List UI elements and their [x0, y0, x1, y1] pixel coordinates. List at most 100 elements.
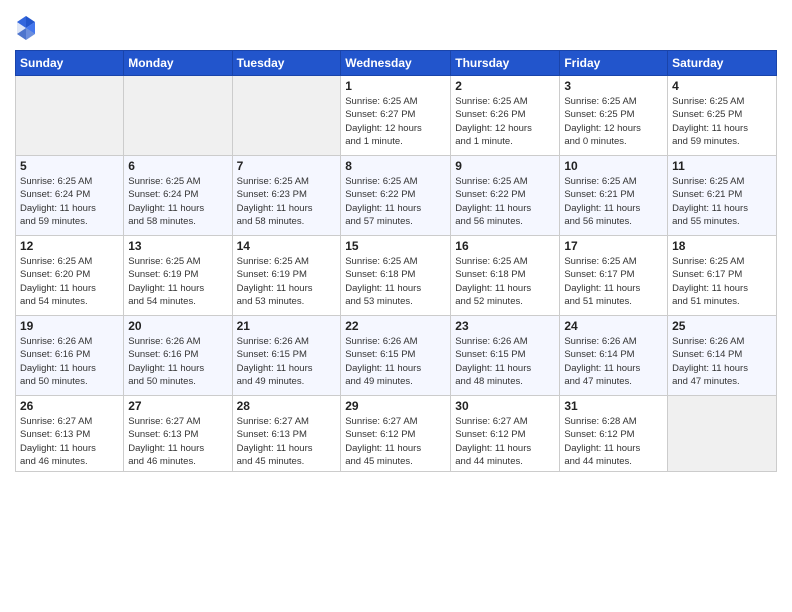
day-number: 2: [455, 79, 555, 93]
logo: [15, 14, 40, 42]
calendar-cell: 28 Sunrise: 6:27 AM Sunset: 6:13 PM Dayli…: [232, 396, 341, 472]
day-info: Sunrise: 6:25 AM Sunset: 6:26 PM Dayligh…: [455, 95, 555, 148]
day-info: Sunrise: 6:25 AM Sunset: 6:27 PM Dayligh…: [345, 95, 446, 148]
calendar-cell: 21Sunrise: 6:26 AM Sunset: 6:15 PM Dayli…: [232, 316, 341, 396]
day-number: 18: [672, 239, 772, 253]
day-number: 6: [128, 159, 227, 173]
calendar-cell: [668, 396, 777, 472]
calendar-cell: 30Sunrise: 6:27 AM Sunset: 6:12 PM Dayli…: [451, 396, 560, 472]
calendar-cell: 11Sunrise: 6:25 AM Sunset: 6:21 PM Dayli…: [668, 156, 777, 236]
day-number: 9: [455, 159, 555, 173]
day-info: Sunrise: 6:25 AM Sunset: 6:17 PM Dayligh…: [672, 255, 772, 308]
day-info: Sunrise: 6:26 AM Sunset: 6:15 PM Dayligh…: [455, 335, 555, 388]
calendar-cell: 15 Sunrise: 6:25 AM Sunset: 6:18 PM Dayli…: [341, 236, 451, 316]
day-info: Sunrise: 6:25 AM Sunset: 6:18 PM Dayligh…: [345, 255, 446, 308]
calendar-cell: 14 Sunrise: 6:25 AM Sunset: 6:19 PM Dayli…: [232, 236, 341, 316]
calendar-cell: 16 Sunrise: 6:25 AM Sunset: 6:18 PM Dayli…: [451, 236, 560, 316]
calendar-cell: 10 Sunrise: 6:25 AM Sunset: 6:21 PM Dayli…: [560, 156, 668, 236]
calendar-cell: 6 Sunrise: 6:25 AM Sunset: 6:24 PM Daylig…: [124, 156, 232, 236]
day-number: 20: [128, 319, 227, 333]
calendar-cell: 12 Sunrise: 6:25 AM Sunset: 6:20 PM Dayli…: [16, 236, 124, 316]
calendar-week-4: 19 Sunrise: 6:26 AM Sunset: 6:16 PM Dayli…: [16, 316, 777, 396]
day-number: 16: [455, 239, 555, 253]
day-number: 21: [237, 319, 337, 333]
day-info: Sunrise: 6:26 AM Sunset: 6:15 PM Dayligh…: [345, 335, 446, 388]
page: SundayMondayTuesdayWednesdayThursdayFrid…: [0, 0, 792, 612]
calendar-header-friday: Friday: [560, 51, 668, 76]
calendar-cell: 20Sunrise: 6:26 AM Sunset: 6:16 PM Dayli…: [124, 316, 232, 396]
day-number: 19: [20, 319, 119, 333]
day-info: Sunrise: 6:27 AM Sunset: 6:13 PM Dayligh…: [128, 415, 227, 468]
calendar-cell: 24 Sunrise: 6:26 AM Sunset: 6:14 PM Dayli…: [560, 316, 668, 396]
calendar-cell: 1 Sunrise: 6:25 AM Sunset: 6:27 PM Daylig…: [341, 76, 451, 156]
calendar-cell: 29 Sunrise: 6:27 AM Sunset: 6:12 PM Dayli…: [341, 396, 451, 472]
calendar-cell: 22Sunrise: 6:26 AM Sunset: 6:15 PM Dayli…: [341, 316, 451, 396]
day-info: Sunrise: 6:25 AM Sunset: 6:18 PM Dayligh…: [455, 255, 555, 308]
day-number: 12: [20, 239, 119, 253]
calendar-cell: 5 Sunrise: 6:25 AM Sunset: 6:24 PM Daylig…: [16, 156, 124, 236]
calendar-cell: [232, 76, 341, 156]
day-number: 5: [20, 159, 119, 173]
day-info: Sunrise: 6:25 AM Sunset: 6:22 PM Dayligh…: [345, 175, 446, 228]
day-info: Sunrise: 6:25 AM Sunset: 6:24 PM Dayligh…: [20, 175, 119, 228]
day-number: 31: [564, 399, 663, 413]
calendar-header-monday: Monday: [124, 51, 232, 76]
calendar-header-sunday: Sunday: [16, 51, 124, 76]
day-info: Sunrise: 6:25 AM Sunset: 6:22 PM Dayligh…: [455, 175, 555, 228]
day-info: Sunrise: 6:26 AM Sunset: 6:14 PM Dayligh…: [564, 335, 663, 388]
day-info: Sunrise: 6:25 AM Sunset: 6:25 PM Dayligh…: [564, 95, 663, 148]
calendar-cell: 31Sunrise: 6:28 AM Sunset: 6:12 PM Dayli…: [560, 396, 668, 472]
calendar-cell: 8Sunrise: 6:25 AM Sunset: 6:22 PM Daylig…: [341, 156, 451, 236]
calendar-header-wednesday: Wednesday: [341, 51, 451, 76]
logo-icon: [15, 14, 37, 42]
day-info: Sunrise: 6:25 AM Sunset: 6:24 PM Dayligh…: [128, 175, 227, 228]
calendar-cell: 3 Sunrise: 6:25 AM Sunset: 6:25 PM Daylig…: [560, 76, 668, 156]
day-info: Sunrise: 6:25 AM Sunset: 6:19 PM Dayligh…: [128, 255, 227, 308]
day-number: 24: [564, 319, 663, 333]
day-info: Sunrise: 6:25 AM Sunset: 6:19 PM Dayligh…: [237, 255, 337, 308]
calendar-cell: 23 Sunrise: 6:26 AM Sunset: 6:15 PM Dayli…: [451, 316, 560, 396]
calendar-cell: 4Sunrise: 6:25 AM Sunset: 6:25 PM Daylig…: [668, 76, 777, 156]
day-info: Sunrise: 6:27 AM Sunset: 6:12 PM Dayligh…: [345, 415, 446, 468]
day-info: Sunrise: 6:25 AM Sunset: 6:21 PM Dayligh…: [672, 175, 772, 228]
day-number: 10: [564, 159, 663, 173]
calendar-week-1: 1 Sunrise: 6:25 AM Sunset: 6:27 PM Daylig…: [16, 76, 777, 156]
calendar-header-row: SundayMondayTuesdayWednesdayThursdayFrid…: [16, 51, 777, 76]
calendar-cell: 17 Sunrise: 6:25 AM Sunset: 6:17 PM Dayli…: [560, 236, 668, 316]
calendar-cell: 18 Sunrise: 6:25 AM Sunset: 6:17 PM Dayli…: [668, 236, 777, 316]
calendar-cell: 9 Sunrise: 6:25 AM Sunset: 6:22 PM Daylig…: [451, 156, 560, 236]
day-number: 4: [672, 79, 772, 93]
day-number: 17: [564, 239, 663, 253]
calendar-header-thursday: Thursday: [451, 51, 560, 76]
calendar-cell: 13 Sunrise: 6:25 AM Sunset: 6:19 PM Dayli…: [124, 236, 232, 316]
day-info: Sunrise: 6:27 AM Sunset: 6:13 PM Dayligh…: [20, 415, 119, 468]
day-info: Sunrise: 6:25 AM Sunset: 6:21 PM Dayligh…: [564, 175, 663, 228]
day-number: 7: [237, 159, 337, 173]
calendar-cell: 27 Sunrise: 6:27 AM Sunset: 6:13 PM Dayli…: [124, 396, 232, 472]
day-info: Sunrise: 6:27 AM Sunset: 6:12 PM Dayligh…: [455, 415, 555, 468]
day-number: 25: [672, 319, 772, 333]
day-number: 29: [345, 399, 446, 413]
day-number: 14: [237, 239, 337, 253]
calendar-cell: [124, 76, 232, 156]
day-number: 23: [455, 319, 555, 333]
calendar-cell: 26 Sunrise: 6:27 AM Sunset: 6:13 PM Dayli…: [16, 396, 124, 472]
calendar-week-5: 26 Sunrise: 6:27 AM Sunset: 6:13 PM Dayli…: [16, 396, 777, 472]
day-number: 15: [345, 239, 446, 253]
calendar-cell: 2 Sunrise: 6:25 AM Sunset: 6:26 PM Daylig…: [451, 76, 560, 156]
day-number: 3: [564, 79, 663, 93]
calendar-cell: 19 Sunrise: 6:26 AM Sunset: 6:16 PM Dayli…: [16, 316, 124, 396]
day-number: 13: [128, 239, 227, 253]
day-number: 1: [345, 79, 446, 93]
day-info: Sunrise: 6:27 AM Sunset: 6:13 PM Dayligh…: [237, 415, 337, 468]
day-info: Sunrise: 6:25 AM Sunset: 6:23 PM Dayligh…: [237, 175, 337, 228]
day-info: Sunrise: 6:25 AM Sunset: 6:20 PM Dayligh…: [20, 255, 119, 308]
day-info: Sunrise: 6:26 AM Sunset: 6:16 PM Dayligh…: [20, 335, 119, 388]
day-number: 26: [20, 399, 119, 413]
calendar-cell: [16, 76, 124, 156]
day-number: 28: [237, 399, 337, 413]
day-info: Sunrise: 6:25 AM Sunset: 6:17 PM Dayligh…: [564, 255, 663, 308]
calendar-week-2: 5 Sunrise: 6:25 AM Sunset: 6:24 PM Daylig…: [16, 156, 777, 236]
calendar-week-3: 12 Sunrise: 6:25 AM Sunset: 6:20 PM Dayli…: [16, 236, 777, 316]
day-number: 27: [128, 399, 227, 413]
